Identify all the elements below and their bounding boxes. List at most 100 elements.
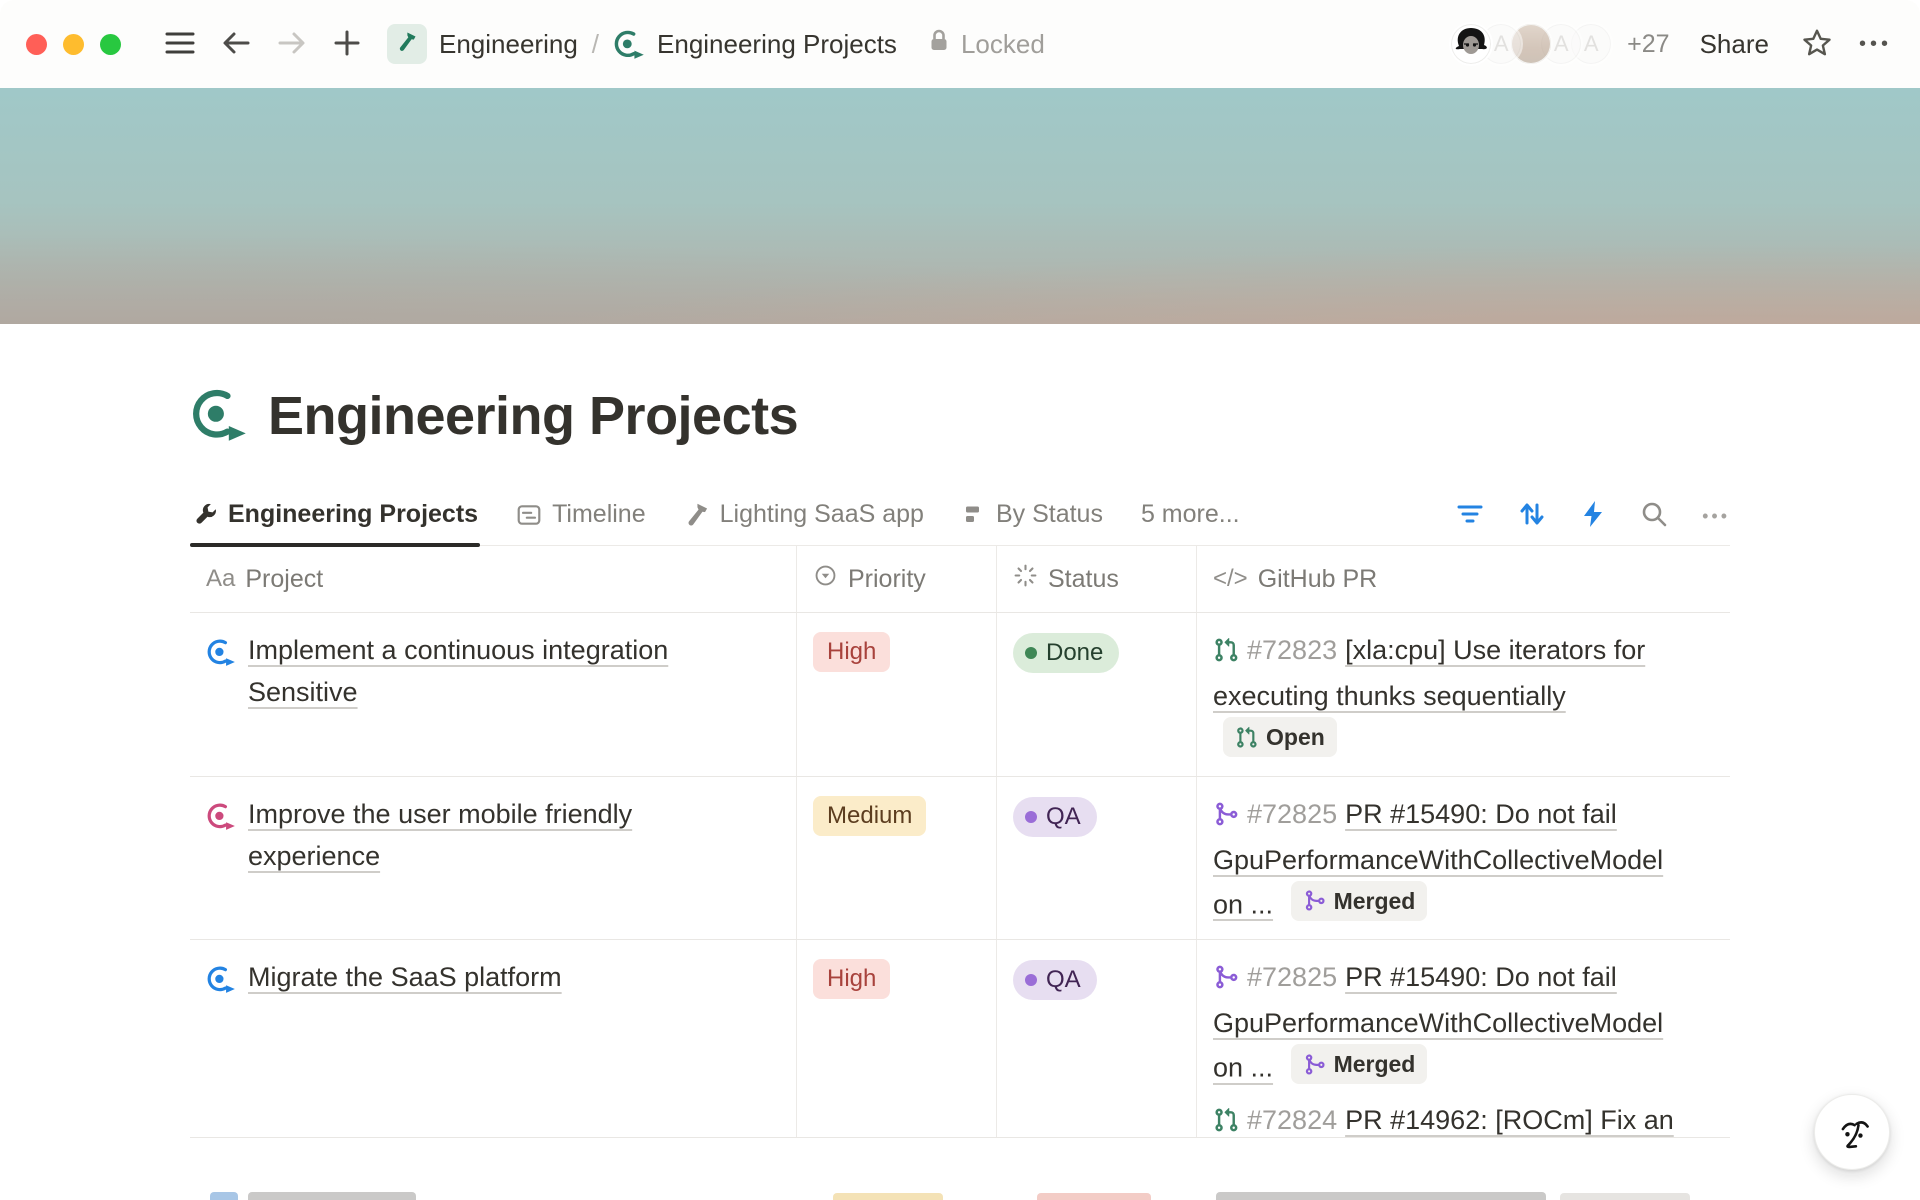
- project-cell[interactable]: Improve the user mobile friendly experie…: [190, 777, 797, 940]
- timeline-icon: [516, 502, 542, 528]
- pr-number: #72823: [1247, 635, 1337, 665]
- cycle-icon: [206, 636, 236, 678]
- back-button[interactable]: [221, 29, 251, 60]
- cycle-icon[interactable]: [190, 387, 248, 446]
- minimize-window-button[interactable]: [63, 34, 84, 55]
- column-header-github-pr[interactable]: </> GitHub PR: [1197, 546, 1730, 612]
- column-header-priority[interactable]: Priority: [797, 546, 997, 612]
- table-row: Migrate the SaaS platform High QA #72825…: [190, 940, 1730, 1138]
- priority-cell[interactable]: High: [797, 940, 997, 1138]
- star-icon: [1801, 27, 1833, 62]
- project-title-link[interactable]: Migrate the SaaS platform: [248, 956, 768, 998]
- next-row-peek: [0, 1138, 1920, 1200]
- pr-merged-icon: [1303, 889, 1326, 912]
- column-header-project[interactable]: Aa Project: [190, 546, 797, 612]
- status-dot: [1025, 647, 1037, 659]
- status-cell[interactable]: Done: [997, 613, 1197, 776]
- tab-label: Engineering Projects: [228, 500, 478, 529]
- breadcrumb-workspace[interactable]: Engineering: [439, 29, 578, 60]
- view-more-icon[interactable]: •••: [1702, 506, 1730, 527]
- next-row-pr-peek: [1216, 1192, 1546, 1200]
- pr-mention[interactable]: #72823[xla:cpu] Use iterators for execut…: [1213, 629, 1683, 762]
- close-window-button[interactable]: [26, 34, 47, 55]
- github-pr-cell[interactable]: #72825PR #15490: Do not fail GpuPerforma…: [1197, 940, 1697, 1138]
- table-body: Implement a continuous integration Sensi…: [190, 613, 1730, 1138]
- tab-lighting-saas-app[interactable]: Lighting SaaS app: [682, 500, 926, 545]
- status-dot: [1025, 974, 1037, 986]
- search-icon[interactable]: [1640, 500, 1668, 533]
- next-row-badge-peek: [1560, 1193, 1690, 1200]
- board-icon: [962, 503, 986, 527]
- next-row-priority-peek: [833, 1193, 943, 1200]
- zoom-window-button[interactable]: [100, 34, 121, 55]
- bolt-icon[interactable]: [1580, 500, 1606, 533]
- pr-mention[interactable]: #72825PR #15490: Do not fail GpuPerforma…: [1213, 793, 1683, 926]
- pr-status-badge: Merged: [1291, 1044, 1428, 1084]
- project-cell[interactable]: Migrate the SaaS platform: [190, 940, 797, 1138]
- sidebar-menu-button[interactable]: [165, 30, 195, 59]
- hamburger-icon: [165, 30, 195, 59]
- forward-button[interactable]: [277, 29, 307, 60]
- column-header-status[interactable]: Status: [997, 546, 1197, 612]
- pr-open-icon: [1213, 1103, 1239, 1139]
- pr-mention[interactable]: #72824PR #14962: [ROCm] Fix an issue wit…: [1213, 1099, 1683, 1139]
- status-tag: QA: [1013, 960, 1097, 1000]
- breadcrumb-workspace-chip[interactable]: [387, 24, 427, 64]
- column-label: Status: [1048, 565, 1119, 594]
- pr-mention[interactable]: #72825PR #15490: Do not fail GpuPerforma…: [1213, 956, 1683, 1089]
- tab-by-status[interactable]: By Status: [960, 500, 1105, 545]
- sort-icon[interactable]: [1518, 500, 1546, 533]
- app-window: Engineering / Engineering Projects Locke…: [0, 0, 1920, 1200]
- cycle-icon: [206, 963, 236, 1005]
- priority-cell[interactable]: High: [797, 613, 997, 776]
- page-title-row: Engineering Projects: [190, 380, 1730, 452]
- page-title[interactable]: Engineering Projects: [268, 385, 798, 447]
- code-icon: </>: [1213, 565, 1248, 593]
- tab-timeline[interactable]: Timeline: [514, 500, 648, 545]
- status-cell[interactable]: QA: [997, 777, 1197, 940]
- status-cell[interactable]: QA: [997, 940, 1197, 1138]
- plus-icon: [333, 29, 361, 60]
- collaborators-overflow-count[interactable]: +27: [1627, 30, 1669, 59]
- notion-ai-button[interactable]: [1814, 1094, 1890, 1170]
- hammer-icon: [396, 29, 418, 60]
- wrench-icon: [192, 502, 218, 528]
- share-button[interactable]: Share: [1700, 29, 1769, 60]
- favorite-button[interactable]: [1801, 27, 1833, 62]
- github-pr-cell[interactable]: #72823[xla:cpu] Use iterators for execut…: [1197, 613, 1697, 776]
- filter-icon[interactable]: [1456, 502, 1484, 531]
- breadcrumb-separator: /: [592, 29, 599, 60]
- project-title-link[interactable]: Implement a continuous integration Sensi…: [248, 629, 768, 713]
- pr-open-icon: [1213, 633, 1239, 675]
- select-icon: [813, 563, 838, 595]
- next-row-icon-peek: [210, 1192, 238, 1200]
- priority-cell[interactable]: Medium: [797, 777, 997, 940]
- view-tabs: Engineering Projects Timeline Lighting S…: [190, 494, 1730, 546]
- table-header: Aa Project Priority Status </> GitHub PR: [190, 546, 1730, 613]
- pr-merged-icon: [1303, 1053, 1326, 1076]
- github-pr-cell[interactable]: #72825PR #15490: Do not fail GpuPerforma…: [1197, 777, 1697, 940]
- lock-icon: [927, 28, 951, 61]
- more-icon: •••: [1859, 33, 1892, 55]
- topbar-right: A A A +27 Share •••: [1449, 22, 1892, 66]
- tab-engineering-projects[interactable]: Engineering Projects: [190, 500, 480, 545]
- breadcrumb: Engineering / Engineering Projects: [387, 24, 897, 64]
- pr-number: #72825: [1247, 962, 1337, 992]
- traffic-lights: [26, 34, 121, 55]
- tab-more-views[interactable]: 5 more...: [1139, 500, 1242, 545]
- notion-ai-face-icon: [1826, 1105, 1878, 1160]
- project-cell[interactable]: Implement a continuous integration Sensi…: [190, 613, 797, 776]
- breadcrumb-page[interactable]: Engineering Projects: [657, 29, 897, 60]
- project-title-link[interactable]: Improve the user mobile friendly experie…: [248, 793, 768, 877]
- pr-number: #72824: [1247, 1105, 1337, 1135]
- lock-label: Locked: [961, 29, 1045, 60]
- next-row-status-peek: [1037, 1193, 1151, 1200]
- avatar[interactable]: [1449, 22, 1493, 66]
- page-cover[interactable]: [0, 88, 1920, 324]
- new-page-button[interactable]: [333, 29, 361, 60]
- topbar-more-button[interactable]: •••: [1859, 33, 1892, 56]
- collaborator-avatars: A A A: [1449, 22, 1613, 66]
- priority-tag: High: [813, 632, 890, 672]
- lock-status[interactable]: Locked: [927, 28, 1045, 61]
- forward-arrow-icon: [277, 29, 307, 60]
